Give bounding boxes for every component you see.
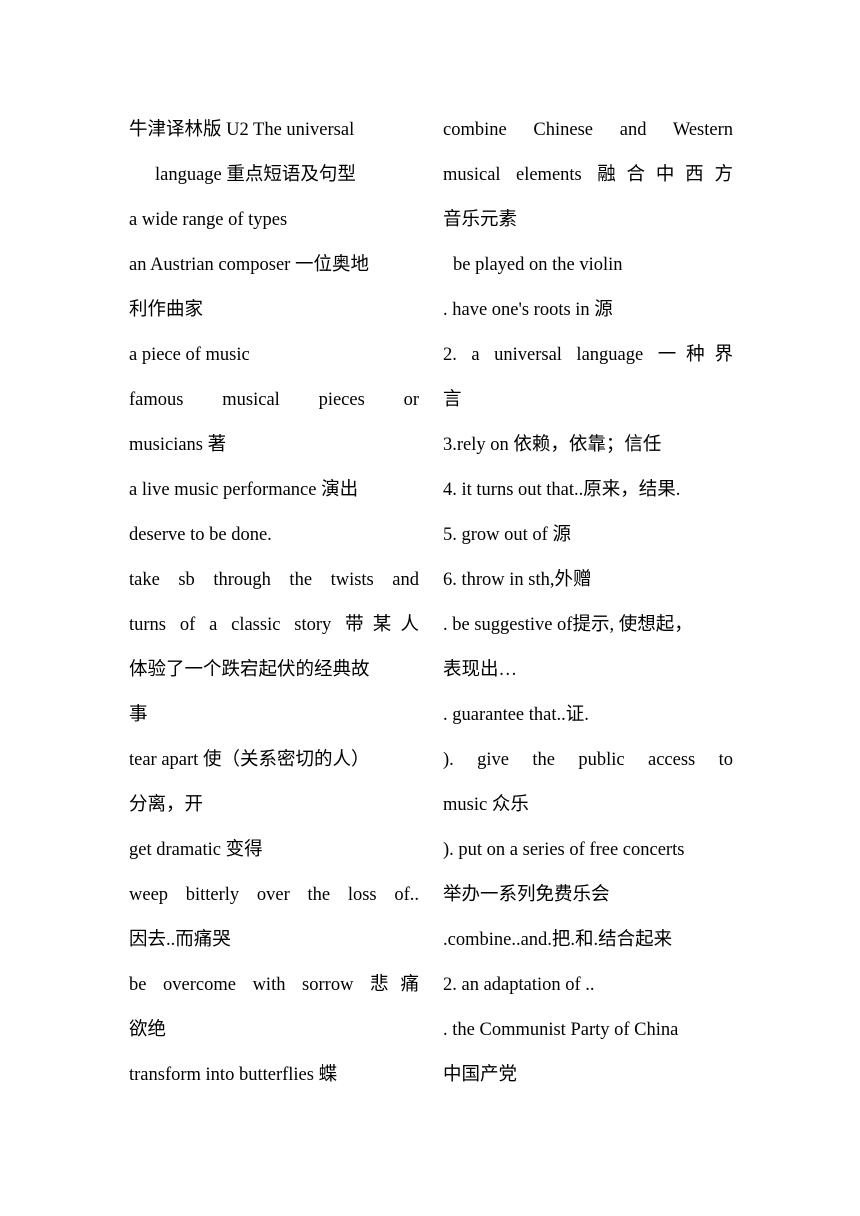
left-column-line: 牛津译林版 U2 The universal (129, 120, 355, 140)
right-column-line: 4. it turns out that..原来，结果. (443, 480, 681, 500)
right-column-line: combine Chinese and Western (443, 120, 733, 140)
left-column-line: a wide range of types (129, 210, 288, 230)
right-column-line: be played on the violin (453, 255, 623, 275)
left-column-line: a live music performance 演出 (129, 480, 359, 500)
left-column-line: 事 (129, 705, 148, 725)
left-column-line: be overcome with sorrow 悲痛 (129, 975, 419, 995)
right-column-line: 中国产党 (443, 1065, 518, 1085)
left-column-line: 分离，开 (129, 795, 204, 815)
right-column-line: 2. a universal language 一种界 (443, 345, 733, 365)
right-column-line: . have one's roots in 源 (443, 300, 613, 320)
right-column-line: 言 (443, 390, 462, 410)
left-column: 牛津译林版 U2 The universal language 重点短语及句型 a … (129, 108, 419, 1098)
left-column-line: tear apart 使（关系密切的人） (129, 750, 370, 770)
document-page: 牛津译林版 U2 The universal language 重点短语及句型 a … (0, 0, 860, 1216)
left-column-line: deserve to be done. (129, 525, 272, 545)
left-column-line: 体验了一个跌宕起伏的经典故 (129, 660, 370, 680)
right-column: combine Chinese and Western musical eleme… (443, 108, 733, 1098)
right-column-line: 表现出… (443, 660, 518, 680)
left-column-line: get dramatic 变得 (129, 840, 263, 860)
left-column-line: 欲绝 (129, 1020, 167, 1040)
right-column-line: .combine..and.把.和.结合起来 (443, 930, 673, 950)
right-column-line: 音乐元素 (443, 210, 518, 230)
left-column-line: famous musical pieces or (129, 390, 419, 410)
left-column-line: 因去..而痛哭 (129, 930, 231, 950)
left-column-line: take sb through the twists and (129, 570, 419, 590)
right-column-line: ). put on a series of free concerts (443, 840, 685, 860)
left-column-line: transform into butterflies 蝶 (129, 1065, 338, 1085)
right-column-line: music 众乐 (443, 795, 529, 815)
left-column-line: an Austrian composer 一位奥地 (129, 255, 369, 275)
left-column-line: musicians 著 (129, 435, 227, 455)
right-column-line: . be suggestive of提示, 使想起， (443, 615, 693, 635)
right-column-line: 2. an adaptation of .. (443, 975, 595, 995)
left-column-line: turns of a classic story 带某人 (129, 615, 419, 635)
left-column-line: a piece of music (129, 345, 250, 365)
two-column-body: 牛津译林版 U2 The universal language 重点短语及句型 a … (0, 108, 860, 1098)
right-column-line: 3.rely on 依赖，依靠；信任 (443, 435, 662, 455)
right-column-line: . guarantee that..证. (443, 705, 589, 725)
right-column-line: 6. throw in sth,外赠 (443, 570, 592, 590)
left-column-line: weep bitterly over the loss of.. (129, 885, 419, 905)
right-column-line: ). give the public access to (443, 750, 733, 770)
right-column-line: 举办一系列免费乐会 (443, 885, 610, 905)
left-column-line: 利作曲家 (129, 300, 204, 320)
left-column-line: language 重点短语及句型 (155, 165, 356, 185)
right-column-line: . the Communist Party of China (443, 1020, 679, 1040)
right-column-line: musical elements 融合中西方 (443, 165, 733, 185)
right-column-line: 5. grow out of 源 (443, 525, 571, 545)
